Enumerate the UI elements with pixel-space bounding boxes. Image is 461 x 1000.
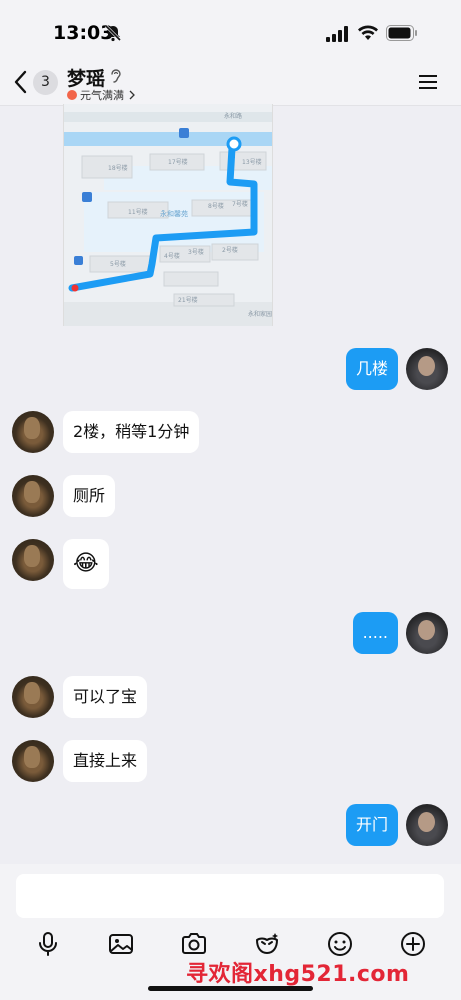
message-bubble[interactable]: 2楼，稍等1分钟: [63, 411, 200, 453]
microphone-icon[interactable]: [34, 930, 62, 958]
chevron-right-icon: [129, 90, 135, 100]
signal-icon: [326, 26, 348, 42]
back-icon[interactable]: [10, 68, 32, 96]
map-label: 4号楼: [164, 252, 180, 260]
sticker-icon[interactable]: [253, 930, 281, 958]
contact-status[interactable]: 元气满满: [67, 87, 137, 103]
map-label: 2号楼: [222, 246, 238, 254]
my-avatar[interactable]: [406, 612, 448, 654]
status-text: 元气满满: [80, 89, 124, 102]
map-label: 11号楼: [128, 208, 148, 216]
status-sun-icon: [67, 90, 77, 100]
emoji-icon[interactable]: [326, 930, 354, 958]
map-label: 3号楼: [188, 248, 204, 256]
mute-bell-icon: [104, 24, 122, 42]
message-bubble[interactable]: 开门: [345, 804, 398, 846]
battery-icon: [386, 25, 417, 41]
message-bubble[interactable]: .....: [352, 612, 398, 654]
map-graphic: 永和路 18号楼 17号楼 13号楼 11号楼 永和馨苑 8号楼 7号楼 4号楼…: [64, 104, 272, 326]
my-avatar[interactable]: [406, 804, 448, 846]
message-bubble[interactable]: 😂: [63, 539, 109, 589]
contact-avatar[interactable]: [12, 475, 54, 517]
map-label: 永和家园: [248, 310, 272, 318]
contact-avatar[interactable]: [12, 740, 54, 782]
contact-avatar[interactable]: [12, 411, 54, 453]
plus-icon[interactable]: [399, 930, 427, 958]
map-label: 8号楼: [208, 202, 224, 210]
map-label: 18号楼: [108, 164, 128, 172]
chat-header: 3 梦瑶 元气满满: [0, 60, 461, 106]
map-label: 21号楼: [178, 296, 198, 304]
my-avatar[interactable]: [406, 348, 448, 390]
map-label: 永和馨苑: [160, 209, 188, 218]
home-indicator[interactable]: [148, 986, 313, 991]
watermark-text: 寻欢阁xhg521.com: [186, 962, 410, 987]
message-input[interactable]: [16, 874, 444, 918]
message-bubble[interactable]: 可以了宝: [63, 676, 148, 718]
unread-count-badge[interactable]: 3: [33, 70, 58, 95]
contact-avatar[interactable]: [12, 539, 54, 581]
message-bubble[interactable]: 厕所: [63, 475, 116, 517]
status-bar: 13:03: [0, 0, 461, 60]
wifi-icon: [358, 25, 378, 40]
map-label: 5号楼: [110, 260, 126, 268]
ear-icon: [111, 69, 121, 83]
camera-icon[interactable]: [180, 930, 208, 958]
contact-avatar[interactable]: [12, 676, 54, 718]
map-label: 永和路: [224, 112, 242, 120]
menu-icon[interactable]: [418, 72, 438, 92]
image-icon[interactable]: [107, 930, 135, 958]
map-label: 7号楼: [232, 200, 248, 208]
message-bubble[interactable]: 直接上来: [63, 740, 148, 782]
map-label: 13号楼: [242, 158, 262, 166]
map-label: 17号楼: [168, 158, 188, 166]
map-image[interactable]: 永和路 18号楼 17号楼 13号楼 11号楼 永和馨苑 8号楼 7号楼 4号楼…: [63, 104, 273, 326]
message-bubble[interactable]: 几楼: [345, 348, 398, 390]
